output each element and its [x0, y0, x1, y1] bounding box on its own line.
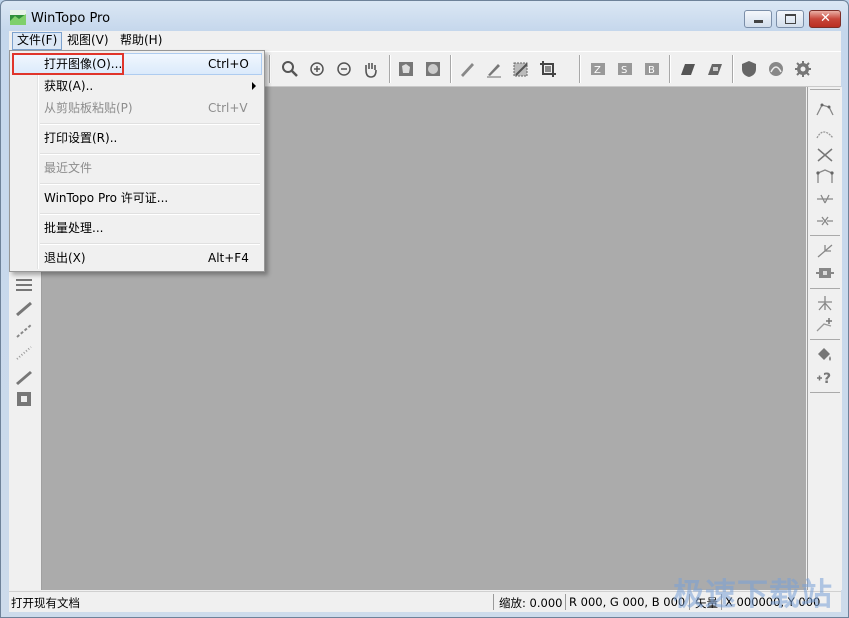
title-bar[interactable]: WinTopo Pro ✕: [1, 1, 848, 31]
menu-item-label: 批量处理...: [44, 221, 104, 235]
brush-icon[interactable]: [485, 60, 503, 78]
dashed-line-icon[interactable]: [14, 322, 34, 340]
maximize-icon: [785, 14, 796, 24]
menu-item-shortcut: Ctrl+V: [208, 101, 248, 115]
svg-text:Z: Z: [594, 65, 601, 76]
zoom-icon[interactable]: [281, 60, 299, 78]
shield-icon[interactable]: [740, 60, 758, 78]
menu-item-print-setup[interactable]: 打印设置(R)..: [12, 127, 262, 149]
menu-item-shortcut: Alt+F4: [208, 251, 249, 265]
toolbar-separator: [389, 55, 391, 83]
menu-separator: [40, 243, 260, 245]
status-message: 打开现有文档: [11, 596, 80, 610]
one-touch-vectorise-icon[interactable]: [767, 60, 785, 78]
menu-item-label: 获取(A)..: [44, 79, 94, 93]
zoom-in-icon[interactable]: [308, 60, 326, 78]
draw-line-icon[interactable]: [14, 300, 34, 318]
fill-tool-icon[interactable]: [815, 345, 835, 363]
stop-icon[interactable]: [14, 390, 34, 408]
submenu-arrow-icon: [252, 82, 256, 90]
gear-icon[interactable]: [794, 60, 812, 78]
menu-item-acquire[interactable]: 获取(A)..: [12, 75, 262, 97]
menu-item-license[interactable]: WinTopo Pro 许可证...: [12, 187, 262, 209]
toolbar-separator: [579, 55, 581, 83]
menu-separator: [40, 123, 260, 125]
menu-item-label: 从剪贴板粘贴(P): [44, 101, 133, 115]
minimize-icon: [754, 20, 763, 23]
close-icon: ✕: [820, 11, 831, 26]
menu-view[interactable]: 视图(V): [63, 32, 113, 48]
app-window: WinTopo Pro ✕ 文件(F) 视图(V) 帮助(H) Z S B ? …: [0, 0, 849, 618]
dotted-line-icon[interactable]: [14, 344, 34, 362]
toolbar-separator: [269, 55, 271, 83]
break-lines-icon[interactable]: [815, 212, 835, 230]
extend-line-icon[interactable]: [815, 242, 835, 260]
close-button[interactable]: ✕: [809, 10, 841, 28]
menu-item-label: 退出(X): [44, 251, 86, 265]
menu-file[interactable]: 文件(F): [12, 32, 63, 50]
status-rgb: R 000, G 000, B 000: [569, 595, 686, 609]
center-node-icon[interactable]: [815, 264, 835, 282]
pan-hand-icon[interactable]: [362, 60, 380, 78]
menu-help[interactable]: 帮助(H): [116, 32, 166, 48]
menu-item-label: 最近文件: [44, 161, 93, 175]
menu-item-label: 打印设置(R)..: [44, 131, 118, 145]
add-node-icon[interactable]: [815, 316, 835, 334]
eraser-line-icon[interactable]: [14, 367, 34, 385]
toolbar-separator: [450, 55, 452, 83]
menu-separator: [40, 153, 260, 155]
status-zoom: 缩放: 0.000: [499, 596, 563, 610]
help-query-icon[interactable]: ?: [815, 368, 835, 386]
highlight-annotation-box: [12, 53, 124, 75]
toolbar-separator: [732, 55, 734, 83]
smooth-polyline-icon[interactable]: [815, 124, 835, 142]
maximize-button[interactable]: [776, 10, 804, 28]
svg-text:B: B: [648, 65, 655, 76]
menu-separator: [40, 213, 260, 215]
lines-icon[interactable]: [14, 276, 34, 294]
menu-separator: [40, 183, 260, 185]
crop-icon[interactable]: [539, 60, 557, 78]
svg-text:S: S: [621, 65, 627, 76]
polyline-icon[interactable]: [815, 101, 835, 119]
right-toolbar-divider: [810, 339, 840, 340]
wintopo-app-icon: [10, 10, 26, 25]
split-node-icon[interactable]: [815, 294, 835, 312]
right-toolbar: ?: [807, 87, 842, 590]
menu-item-exit[interactable]: 退出(X) Alt+F4: [12, 247, 262, 269]
file-menu-dropdown: 打开图像(O)... Ctrl+O 获取(A).. 从剪贴板粘贴(P) Ctrl…: [9, 50, 265, 272]
status-separator: [493, 594, 494, 610]
window-title: WinTopo Pro: [31, 11, 111, 26]
join-lines-icon[interactable]: [815, 190, 835, 208]
adaptive-threshold-icon[interactable]: [706, 60, 724, 78]
menu-item-batch[interactable]: 批量处理...: [12, 217, 262, 239]
zoom-out-icon[interactable]: [335, 60, 353, 78]
right-toolbar-divider: [810, 392, 840, 393]
pencil-icon[interactable]: [458, 60, 476, 78]
right-toolbar-divider: [810, 235, 840, 236]
watermark-text: 极速下载站: [673, 577, 833, 613]
menu-item-paste[interactable]: 从剪贴板粘贴(P) Ctrl+V: [12, 97, 262, 119]
status-separator: [565, 594, 566, 610]
skeleton-s-icon[interactable]: S: [616, 60, 634, 78]
cross-lines-icon[interactable]: [815, 146, 835, 164]
fit-image-icon[interactable]: [397, 60, 415, 78]
skeleton-z-icon[interactable]: Z: [589, 60, 607, 78]
node-path-icon[interactable]: [815, 168, 835, 186]
menu-item-recent-files[interactable]: 最近文件: [12, 157, 262, 179]
menu-item-label: WinTopo Pro 许可证...: [44, 191, 169, 205]
svg-text:?: ?: [823, 371, 831, 386]
hatch-edit-icon[interactable]: [512, 60, 530, 78]
right-toolbar-divider: [810, 288, 840, 289]
skeleton-b-icon[interactable]: B: [643, 60, 661, 78]
actual-size-icon[interactable]: [424, 60, 442, 78]
minimize-button[interactable]: [744, 10, 772, 28]
threshold-icon[interactable]: [679, 60, 697, 78]
menu-item-shortcut: Ctrl+O: [208, 57, 249, 71]
menu-bar: 文件(F) 视图(V) 帮助(H): [9, 31, 841, 50]
right-toolbar-divider: [810, 89, 840, 90]
toolbar-separator: [669, 55, 671, 83]
